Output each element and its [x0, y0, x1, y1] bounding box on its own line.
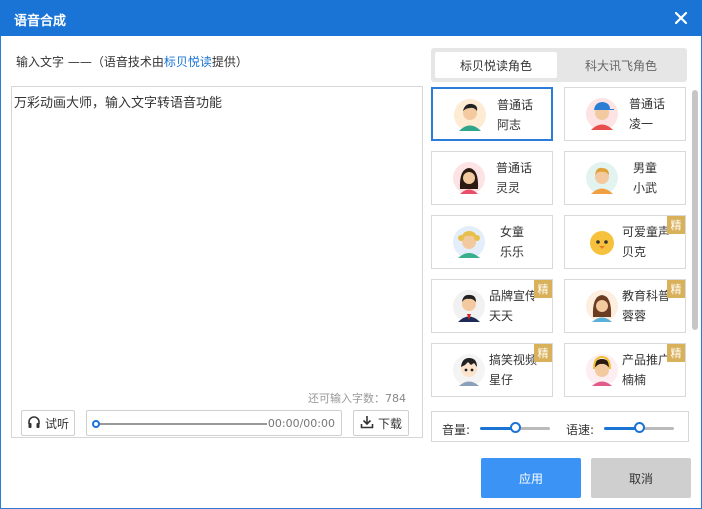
- download-icon: [360, 415, 374, 432]
- voice-provider-tabs: 标贝悦读角色 科大讯飞角色: [431, 48, 687, 82]
- woman-longhair-avatar: [452, 161, 486, 195]
- premium-badge: 精: [534, 344, 552, 362]
- woman-headset-avatar: [585, 353, 619, 387]
- speed-slider-knob[interactable]: [634, 422, 645, 433]
- headphones-icon: [27, 415, 41, 432]
- close-icon[interactable]: [670, 7, 692, 29]
- listen-button[interactable]: 试听: [21, 410, 75, 436]
- apply-button[interactable]: 应用: [481, 458, 581, 498]
- woman-teacher-avatar: [585, 289, 619, 323]
- audio-player: 00:00/00:00: [86, 410, 342, 436]
- volume-label: 音量:: [442, 423, 471, 437]
- audio-controls: 音量: 语速:: [431, 411, 689, 442]
- voice-card-xingzai[interactable]: 搞笑视频 星仔 精: [431, 343, 553, 397]
- chick-mascot-avatar: [585, 225, 619, 259]
- provider-link[interactable]: 标贝悦读: [164, 55, 212, 69]
- progress-knob[interactable]: [92, 420, 100, 428]
- premium-badge: 精: [667, 280, 685, 298]
- text-input-area[interactable]: 万彩动画大师，输入文字转语音功能 还可输入字数：784: [11, 86, 423, 438]
- title-bar: 语音合成: [0, 0, 702, 36]
- input-label: 输入文字 ——（语音技术由标贝悦读提供）: [16, 55, 248, 69]
- voice-card-lingyi[interactable]: 普通话 凌一: [564, 87, 686, 141]
- boy-child-avatar: [585, 161, 619, 195]
- boy-cap-avatar: [585, 97, 619, 131]
- voice-card-lele[interactable]: 女童 乐乐: [431, 215, 553, 269]
- voice-card-azhi[interactable]: 普通话 阿志: [431, 87, 553, 141]
- volume-slider-knob[interactable]: [510, 422, 521, 433]
- tab-iflytek[interactable]: 科大讯飞角色: [559, 52, 683, 78]
- speed-label: 语速:: [566, 423, 595, 437]
- man-teal-shirt-avatar: [453, 98, 487, 132]
- voice-list-scrollbar[interactable]: [692, 90, 698, 330]
- cancel-button[interactable]: 取消: [591, 458, 691, 498]
- progress-track[interactable]: [97, 423, 267, 425]
- voice-card-xiaowu[interactable]: 男童 小武: [564, 151, 686, 205]
- cartoon-man-avatar: [452, 353, 486, 387]
- voice-card-tiantian[interactable]: 品牌宣传 天天 精: [431, 279, 553, 333]
- download-button[interactable]: 下载: [353, 410, 409, 436]
- premium-badge: 精: [667, 344, 685, 362]
- voice-card-rongrong[interactable]: 教育科普 蓉蓉 精: [564, 279, 686, 333]
- premium-badge: 精: [667, 216, 685, 234]
- voice-list: 普通话 阿志 普通话 凌一 普通话 灵灵 男童 小武 女童 乐乐 可爱童声 贝克…: [430, 86, 688, 401]
- window-title: 语音合成: [14, 14, 67, 29]
- premium-badge: 精: [534, 280, 552, 298]
- remaining-count: 还可输入字数：784: [308, 392, 406, 405]
- playback-time: 00:00/00:00: [267, 417, 335, 430]
- voice-card-nannan[interactable]: 产品推广 楠楠 精: [564, 343, 686, 397]
- voice-card-lingling[interactable]: 普通话 灵灵: [431, 151, 553, 205]
- tab-biaobei[interactable]: 标贝悦读角色: [435, 52, 557, 78]
- input-text[interactable]: 万彩动画大师，输入文字转语音功能: [14, 92, 222, 111]
- man-suit-avatar: [452, 289, 486, 323]
- girl-child-avatar: [452, 225, 486, 259]
- voice-card-beike[interactable]: 可爱童声 贝克 精: [564, 215, 686, 269]
